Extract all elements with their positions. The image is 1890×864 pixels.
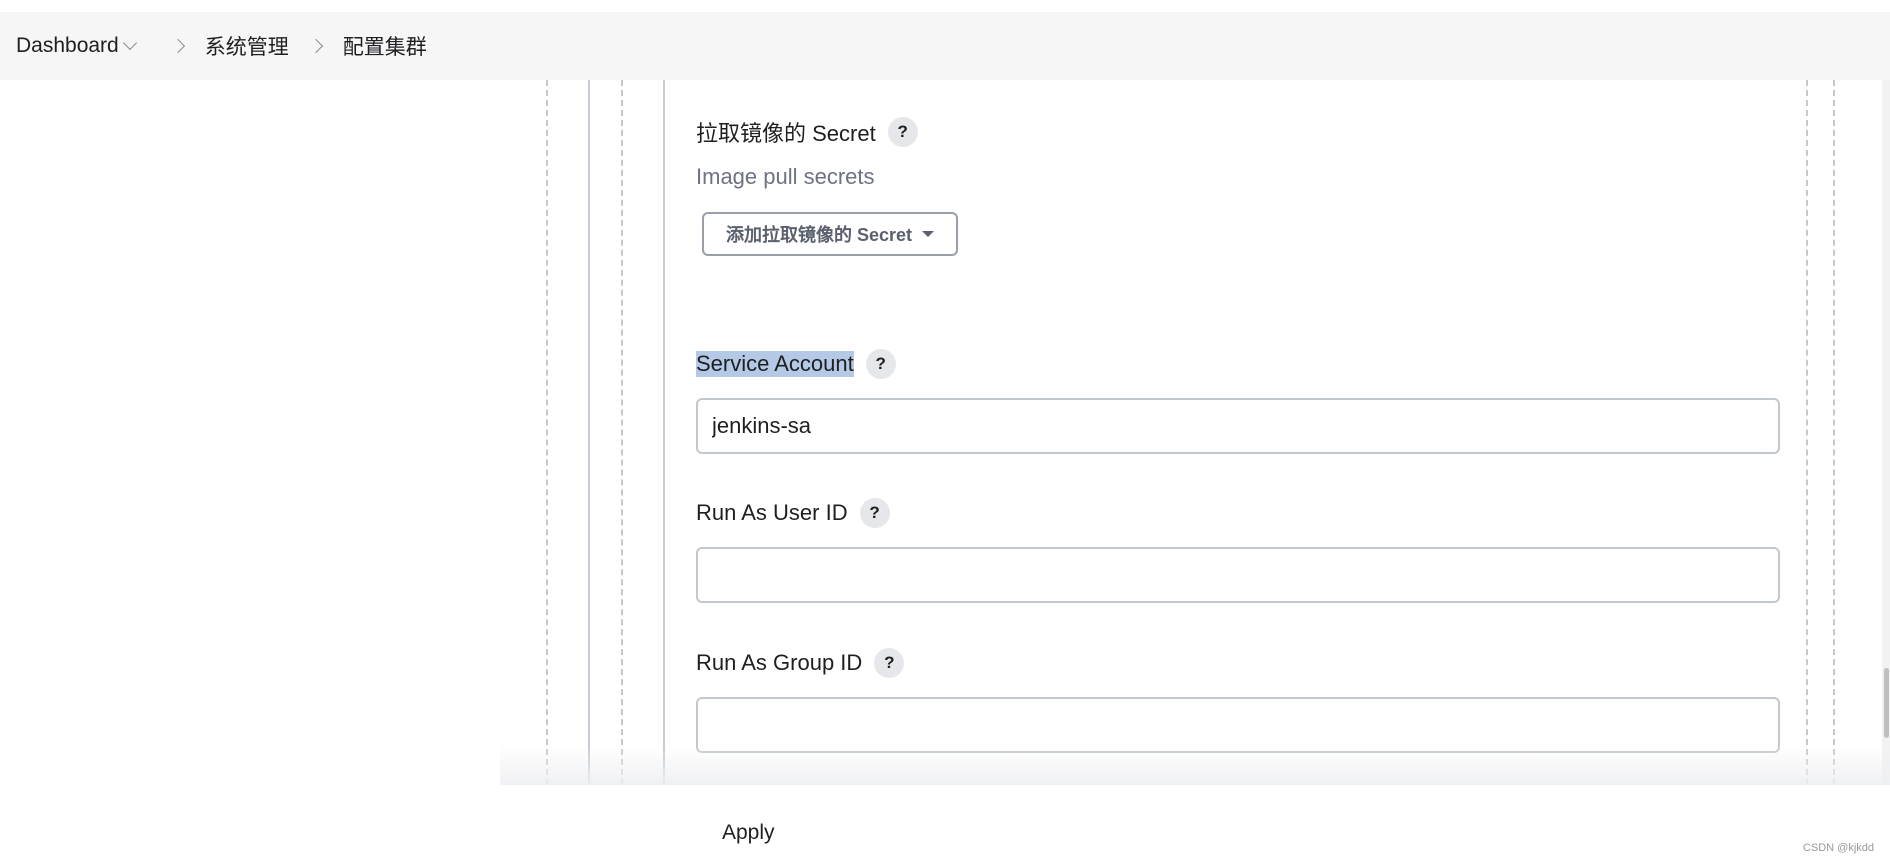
service-account-input[interactable]	[696, 398, 1780, 454]
help-icon[interactable]: ?	[865, 349, 896, 379]
chevron-down-icon[interactable]	[122, 35, 137, 51]
page: Dashboard 系统管理 配置集群 拉取镜像的 Secret ? Image…	[0, 0, 1890, 864]
run-as-user-id-label: Run As User ID	[696, 500, 848, 525]
help-icon[interactable]: ?	[887, 117, 918, 147]
nesting-guide	[621, 80, 623, 785]
run-as-group-id-label-row: Run As Group ID ?	[696, 648, 905, 678]
image-pull-secrets-description: Image pull secrets	[696, 164, 875, 189]
bottom-action-bar	[0, 785, 1890, 864]
image-pull-secret-label: 拉取镜像的 Secret	[696, 121, 876, 146]
breadcrumb-item-system-management[interactable]: 系统管理	[205, 31, 289, 61]
run-as-group-id-label: Run As Group ID	[696, 650, 863, 675]
watermark: CSDN @kjkdd	[1802, 842, 1874, 854]
service-account-label-row: Service Account ?	[696, 349, 896, 379]
image-pull-secret-label-row: 拉取镜像的 Secret ?	[696, 116, 918, 148]
apply-button[interactable]: Apply	[700, 808, 796, 858]
nesting-guide	[1806, 80, 1808, 785]
help-icon[interactable]: ?	[859, 498, 890, 528]
breadcrumb-dashboard-label[interactable]: Dashboard	[16, 34, 119, 58]
breadcrumb-dashboard[interactable]: Dashboard	[16, 34, 137, 58]
bottom-bar-shadow	[500, 745, 1890, 785]
nesting-guide	[588, 80, 590, 785]
nesting-guide	[546, 80, 548, 785]
add-image-pull-secret-button[interactable]: 添加拉取镜像的 Secret	[702, 212, 958, 256]
breadcrumb-item-configure-clouds[interactable]: 配置集群	[343, 31, 427, 61]
service-account-label: Service Account	[696, 351, 854, 377]
run-as-user-id-input[interactable]	[696, 547, 1780, 603]
chevron-right-icon	[170, 38, 185, 54]
chevron-right-icon	[308, 38, 323, 54]
help-icon[interactable]: ?	[874, 648, 905, 678]
nesting-guide	[663, 80, 665, 785]
caret-down-icon[interactable]	[922, 231, 935, 237]
scrollbar-thumb[interactable]	[1884, 668, 1889, 738]
nesting-guide	[1833, 80, 1835, 785]
add-image-pull-secret-label[interactable]: 添加拉取镜像的 Secret	[726, 221, 912, 247]
run-as-user-id-label-row: Run As User ID ?	[696, 498, 890, 528]
breadcrumb-bar: Dashboard 系统管理 配置集群	[0, 12, 1890, 80]
